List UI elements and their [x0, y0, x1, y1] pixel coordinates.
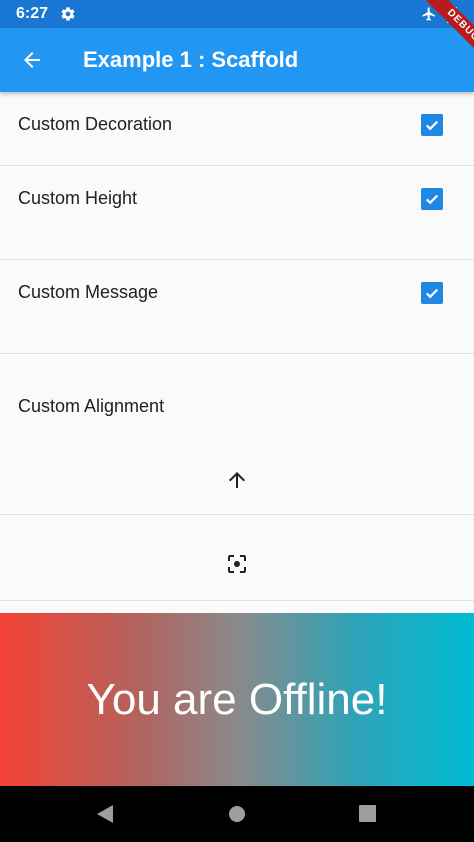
app-bar: Example 1 : Scaffold [0, 28, 474, 92]
check-icon [425, 120, 439, 131]
airplane-icon [422, 7, 435, 21]
check-icon [425, 288, 439, 299]
option-label: Custom Message [18, 282, 159, 302]
status-time: 6:27 [16, 5, 49, 22]
back-button[interactable] [16, 44, 48, 76]
nav-back-icon[interactable] [96, 804, 114, 824]
option-label: Custom Height [18, 188, 138, 208]
option-label: Custom Decoration [18, 114, 173, 134]
focus-row[interactable] [0, 515, 474, 601]
check-icon [425, 194, 439, 205]
navigation-bar [0, 786, 474, 842]
option-custom-decoration[interactable]: Custom Decoration [0, 92, 474, 166]
center-focus-icon[interactable] [225, 552, 249, 576]
arrow-back-icon [24, 52, 40, 68]
offline-message: You are Offline! [86, 674, 388, 724]
nav-recents-icon[interactable] [359, 805, 376, 822]
nav-home-icon[interactable] [228, 805, 246, 823]
gear-icon [61, 7, 75, 21]
option-custom-alignment[interactable]: Custom Alignment [0, 354, 474, 515]
option-label: Custom Alignment [18, 396, 165, 416]
custom-decoration-checkbox[interactable] [421, 114, 443, 136]
offline-banner: You are Offline! [0, 613, 474, 786]
page-title: Example 1 : Scaffold [83, 47, 299, 72]
status-bar: 6:27 [0, 0, 474, 28]
custom-message-checkbox[interactable] [421, 282, 443, 304]
option-custom-height[interactable]: Custom Height [0, 166, 474, 260]
option-custom-message[interactable]: Custom Message [0, 260, 474, 354]
arrow-up-icon[interactable] [225, 468, 249, 492]
options-list: Custom Decoration Custom Height Custom M… [0, 92, 474, 601]
custom-height-checkbox[interactable] [421, 188, 443, 210]
battery-icon [447, 5, 457, 23]
